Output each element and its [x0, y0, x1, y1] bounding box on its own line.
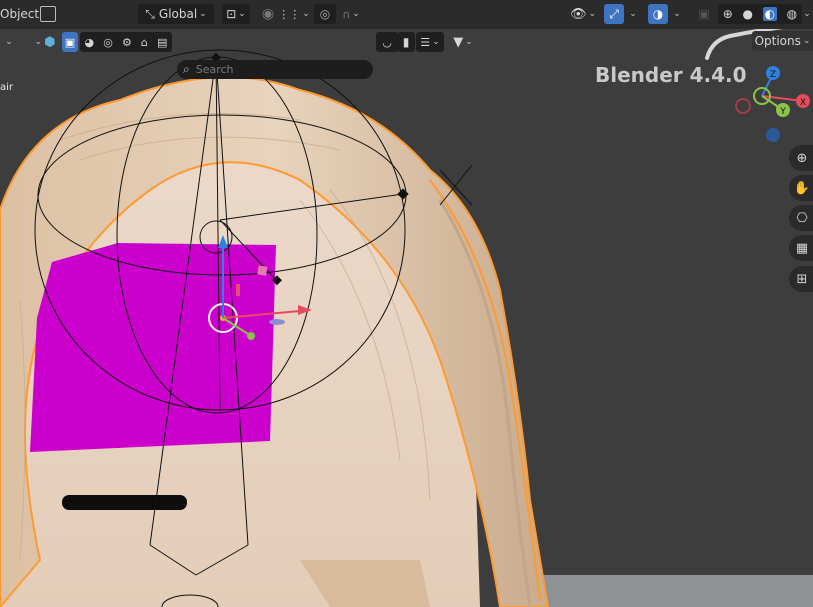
zoom-button[interactable]: ⊕ — [789, 145, 813, 171]
shading-wireframe-icon[interactable]: ⊕ — [723, 7, 733, 21]
ortho-grid-icon: ▦ — [795, 240, 809, 256]
world-icon[interactable]: ◎ — [103, 36, 113, 49]
visibility-dropdown[interactable]: 👁 ⌄ — [566, 4, 600, 24]
pan-hand-icon: ✋ — [793, 180, 811, 196]
select-toggle[interactable]: ▣ — [62, 32, 78, 52]
navigation-gizmo[interactable]: Z X Y — [733, 62, 813, 142]
object-mode-icon[interactable] — [40, 6, 56, 22]
pivot-dropdown[interactable]: ⊡ ⌄ — [222, 4, 250, 24]
3d-viewport[interactable]: Object ⤡ Global ⌄ ⊡ ⌄ ◉ ⋮⋮ ⌄ ◎ ∩ ⌄ 👁 ⌄ ⤢ ⌄ ◑… — [0, 0, 813, 607]
transform-orientation-icon: ⤡ — [145, 6, 155, 21]
gizmo-icon: ⤢ — [609, 6, 619, 21]
sync-toggle[interactable]: ◡ — [376, 32, 398, 52]
select-box-icon: ▣ — [64, 35, 76, 49]
ortho-toggle-button[interactable]: ▦ — [789, 235, 813, 261]
shading-mode-group: ⊕ ● ◐ ◍ — [718, 4, 802, 24]
filter-icons-group: ◕ ◎ ⚙ ⌂ ▤ — [80, 32, 172, 52]
search-icon: ⌕ — [183, 62, 190, 76]
search-placeholder: Search — [195, 63, 234, 76]
snap-toggle[interactable]: ◉ — [258, 4, 278, 24]
version-label: Blender 4.4.0 — [595, 63, 747, 87]
shading-solid-icon[interactable]: ● — [742, 7, 752, 21]
gizmo-z-label: Z — [770, 70, 776, 80]
cube-icon: ⬢ — [44, 34, 56, 50]
list-icon: ☰ — [420, 35, 431, 49]
overlay-toggle[interactable]: ◑ — [648, 4, 668, 24]
orientation-dropdown[interactable]: ⤡ Global ⌄ — [138, 4, 214, 24]
shading-material-icon[interactable]: ◐ — [762, 7, 778, 21]
viewport-scene — [0, 24, 813, 607]
sphere-icon[interactable]: ◕ — [85, 36, 95, 49]
xray-icon: ▣ — [698, 7, 710, 21]
filter-icon: ▼ — [453, 34, 464, 50]
zoom-icon: ⊕ — [796, 150, 808, 166]
viewport-header: Object ⤡ Global ⌄ ⊡ ⌄ ◉ ⋮⋮ ⌄ ◎ ∩ ⌄ 👁 ⌄ ⤢ ⌄ ◑… — [0, 0, 813, 29]
shading-rendered-icon[interactable]: ◍ — [787, 7, 797, 21]
options-dropdown[interactable]: Options ⌄ — [752, 31, 813, 51]
gizmo-x-label: X — [800, 98, 806, 108]
brush-icon[interactable]: ⌂ — [141, 36, 148, 49]
mode-label: Object — [0, 7, 40, 21]
local-view-icon: ⊞ — [796, 271, 808, 287]
overlay-dropdown[interactable]: ⌄ — [668, 4, 684, 24]
mouth-decal — [62, 495, 187, 510]
gizmo-y-label: Y — [779, 107, 786, 117]
object-mode-menu[interactable]: Object — [0, 7, 39, 21]
orientation-label: Global — [158, 7, 198, 21]
visibility-icon: 👁 — [569, 6, 587, 22]
camera-icon: ⎔ — [796, 210, 808, 226]
local-view-button[interactable]: ⊞ — [789, 266, 813, 292]
ground-plane — [520, 575, 813, 607]
falloff-dropdown[interactable]: ∩ ⌄ — [338, 4, 364, 24]
pan-button[interactable]: ✋ — [789, 175, 813, 201]
gizmo-dropdown[interactable]: ⌄ — [624, 4, 640, 24]
shading-dropdown[interactable]: ⌄ — [799, 4, 813, 24]
bookmark-icon: ▮ — [402, 35, 410, 49]
snap-target-dropdown[interactable]: ⋮⋮ ⌄ — [278, 4, 310, 24]
collection-label: air — [0, 82, 14, 93]
settings-icon[interactable]: ⚙ — [122, 36, 132, 49]
proportional-editing-icon: ◎ — [319, 7, 331, 21]
editor-type-dropdown[interactable]: ⌄ ⬢ — [26, 32, 62, 52]
filter-dropdown[interactable]: ▼ ⌄ — [448, 32, 478, 52]
options-label: Options — [754, 34, 801, 48]
camera-view-button[interactable]: ⎔ — [789, 205, 813, 231]
collapse-toggle[interactable]: ⌄ — [2, 32, 14, 52]
pivot-icon: ⊡ — [226, 7, 237, 21]
snap-icon: ◉ — [261, 6, 275, 22]
image-icon[interactable]: ▤ — [157, 36, 167, 49]
search-field[interactable]: ⌕ Search — [177, 60, 373, 79]
proportional-editing-toggle[interactable]: ◎ — [314, 4, 336, 24]
bookmark-toggle[interactable]: ▮ — [397, 32, 415, 52]
xray-toggle[interactable]: ▣ — [694, 4, 714, 24]
viewport-toolbar: ⌄ ⌄ ⬢ ▣ ◕ ◎ ⚙ ⌂ ▤ ⌕ Search ◡ ▮ ☰ ⌄ ▼ ⌄ — [0, 29, 813, 79]
display-mode-dropdown[interactable]: ☰ ⌄ — [416, 32, 444, 52]
gizmo-toggle[interactable]: ⤢ — [604, 4, 624, 24]
overlay-icon: ◑ — [652, 7, 664, 21]
